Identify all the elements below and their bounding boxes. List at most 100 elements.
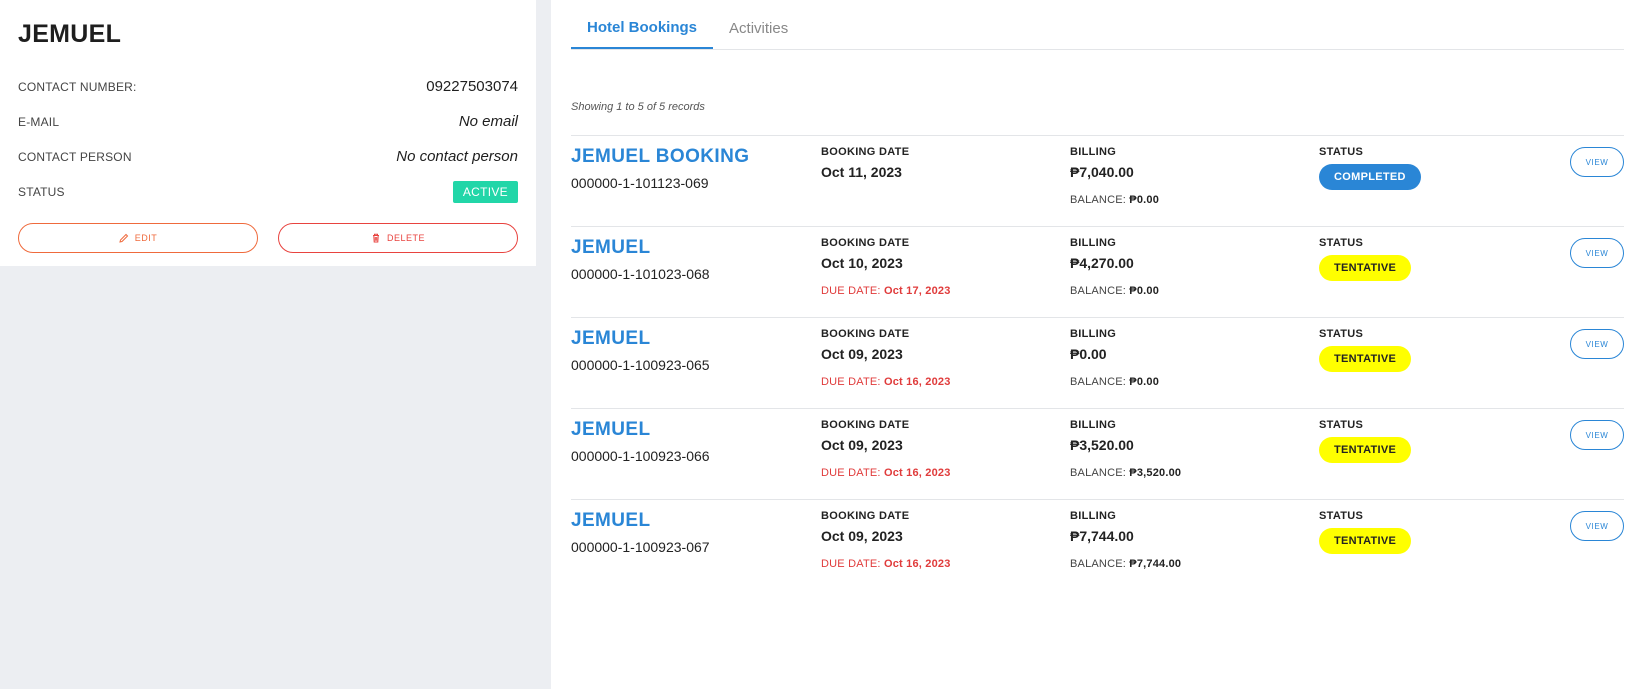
due-date-value: Oct 16, 2023	[883, 558, 951, 570]
booking-row: JEMUEL BOOKING 000000-1-101123-069 BOOKI…	[571, 135, 1624, 226]
due-date-label: DUE DATE:	[821, 467, 881, 479]
guest-actions: EDIT DELETE	[18, 223, 518, 253]
status-col: STATUS TENTATIVE	[1319, 510, 1412, 554]
booking-name-link[interactable]: JEMUEL BOOKING	[571, 146, 749, 168]
status-col: STATUS TENTATIVE	[1319, 419, 1412, 463]
balance-label: BALANCE:	[1070, 467, 1127, 479]
due-date-value: Oct 16, 2023	[883, 467, 951, 479]
billing-col: BILLING ₱4,270.00 BALANCE: ₱0.00	[1070, 237, 1159, 297]
balance-label: BALANCE:	[1070, 558, 1127, 570]
edit-label: EDIT	[134, 233, 158, 243]
booking-status-badge: TENTATIVE	[1319, 346, 1412, 372]
contact-number-value: 09227503074	[426, 78, 518, 95]
booking-date-label: BOOKING DATE	[821, 510, 910, 522]
pencil-icon	[119, 233, 128, 243]
booking-name-link[interactable]: JEMUEL	[571, 328, 710, 350]
booking-date-label: BOOKING DATE	[821, 419, 910, 431]
booking-date-col: BOOKING DATE Oct 11, 2023	[821, 146, 909, 180]
tab-hotel-bookings[interactable]: Hotel Bookings	[571, 19, 714, 49]
contact-number-label: CONTACT NUMBER:	[18, 79, 137, 94]
booking-row: JEMUEL 000000-1-100923-066 BOOKING DATE …	[571, 408, 1624, 499]
status-col: STATUS COMPLETED	[1319, 146, 1421, 190]
booking-date-value: Oct 09, 2023	[821, 437, 903, 453]
balance-value: ₱7,744.00	[1129, 558, 1182, 570]
billing-value: ₱3,520.00	[1070, 437, 1134, 453]
view-button[interactable]: VIEW	[1570, 420, 1624, 450]
balance: BALANCE: ₱0.00	[1070, 376, 1159, 388]
balance-value: ₱0.00	[1129, 376, 1160, 388]
booking-status-badge: TENTATIVE	[1319, 437, 1412, 463]
status-col: STATUS TENTATIVE	[1319, 237, 1412, 281]
booking-identity: JEMUEL 000000-1-100923-067	[571, 510, 710, 555]
edit-button[interactable]: EDIT	[18, 223, 258, 253]
booking-name-link[interactable]: JEMUEL	[571, 237, 710, 259]
due-date-value: Oct 17, 2023	[883, 285, 951, 297]
billing-col: BILLING ₱7,744.00 BALANCE: ₱7,744.00	[1070, 510, 1181, 570]
booking-status-badge: TENTATIVE	[1319, 528, 1412, 554]
booking-identity: JEMUEL 000000-1-100923-066	[571, 419, 710, 464]
contact-person-row: CONTACT PERSON No contact person	[18, 139, 518, 174]
balance-label: BALANCE:	[1070, 376, 1127, 388]
contact-person-value: No contact person	[396, 148, 518, 165]
booking-date-col: BOOKING DATE Oct 09, 2023 DUE DATE: Oct …	[821, 510, 951, 570]
tab-activities[interactable]: Activities	[713, 20, 804, 49]
booking-date-value: Oct 11, 2023	[821, 164, 902, 180]
balance-label: BALANCE:	[1070, 194, 1127, 206]
status-label: STATUS	[1319, 146, 1364, 158]
booking-date-col: BOOKING DATE Oct 09, 2023 DUE DATE: Oct …	[821, 419, 951, 479]
status-col: STATUS TENTATIVE	[1319, 328, 1412, 372]
balance-value: ₱0.00	[1129, 285, 1160, 297]
view-button[interactable]: VIEW	[1570, 238, 1624, 268]
booking-status-badge: COMPLETED	[1319, 164, 1421, 190]
due-date-value: Oct 16, 2023	[883, 376, 951, 388]
contact-number-row: CONTACT NUMBER: 09227503074	[18, 69, 518, 104]
booking-row: JEMUEL 000000-1-101023-068 BOOKING DATE …	[571, 226, 1624, 317]
status-row: STATUS ACTIVE	[18, 174, 518, 209]
balance: BALANCE: ₱3,520.00	[1070, 467, 1181, 479]
billing-col: BILLING ₱7,040.00 BALANCE: ₱0.00	[1070, 146, 1159, 206]
delete-button[interactable]: DELETE	[278, 223, 518, 253]
guest-name: JEMUEL	[18, 20, 122, 48]
records-info: Showing 1 to 5 of 5 records	[571, 101, 705, 113]
booking-name-link[interactable]: JEMUEL	[571, 419, 710, 441]
billing-label: BILLING	[1070, 328, 1117, 340]
due-date-label: DUE DATE:	[821, 558, 881, 570]
due-date-label: DUE DATE:	[821, 376, 881, 388]
booking-identity: JEMUEL BOOKING 000000-1-101123-069	[571, 146, 749, 191]
booking-row: JEMUEL 000000-1-100923-067 BOOKING DATE …	[571, 499, 1624, 590]
due-date: DUE DATE: Oct 17, 2023	[821, 285, 951, 297]
booking-code: 000000-1-100923-065	[571, 357, 710, 373]
billing-value: ₱0.00	[1070, 346, 1107, 362]
booking-code: 000000-1-100923-066	[571, 448, 710, 464]
booking-date-label: BOOKING DATE	[821, 146, 910, 158]
balance: BALANCE: ₱7,744.00	[1070, 558, 1181, 570]
billing-label: BILLING	[1070, 237, 1117, 249]
due-date: DUE DATE: Oct 16, 2023	[821, 376, 951, 388]
booking-code: 000000-1-101123-069	[571, 175, 709, 191]
view-button[interactable]: VIEW	[1570, 147, 1624, 177]
balance: BALANCE: ₱0.00	[1070, 194, 1159, 206]
billing-col: BILLING ₱0.00 BALANCE: ₱0.00	[1070, 328, 1159, 388]
booking-date-label: BOOKING DATE	[821, 328, 910, 340]
balance-value: ₱0.00	[1129, 194, 1160, 206]
status-badge: ACTIVE	[452, 180, 518, 203]
due-date-label: DUE DATE:	[821, 285, 881, 297]
delete-label: DELETE	[386, 233, 425, 243]
billing-value: ₱7,744.00	[1070, 528, 1134, 544]
bookings-list: JEMUEL BOOKING 000000-1-101123-069 BOOKI…	[571, 135, 1624, 590]
booking-name-link[interactable]: JEMUEL	[571, 510, 710, 532]
view-button[interactable]: VIEW	[1570, 511, 1624, 541]
booking-identity: JEMUEL 000000-1-100923-065	[571, 328, 710, 373]
status-label: STATUS	[1319, 237, 1364, 249]
billing-value: ₱4,270.00	[1070, 255, 1134, 271]
view-button[interactable]: VIEW	[1570, 329, 1624, 359]
status-label: STATUS	[1319, 328, 1364, 340]
booking-date-label: BOOKING DATE	[821, 237, 910, 249]
balance-value: ₱3,520.00	[1129, 467, 1182, 479]
booking-row: JEMUEL 000000-1-100923-065 BOOKING DATE …	[571, 317, 1624, 408]
booking-identity: JEMUEL 000000-1-101023-068	[571, 237, 710, 282]
email-row: E-MAIL No email	[18, 104, 518, 139]
booking-date-value: Oct 09, 2023	[821, 528, 903, 544]
billing-value: ₱7,040.00	[1070, 164, 1134, 180]
email-label: E-MAIL	[18, 114, 60, 129]
